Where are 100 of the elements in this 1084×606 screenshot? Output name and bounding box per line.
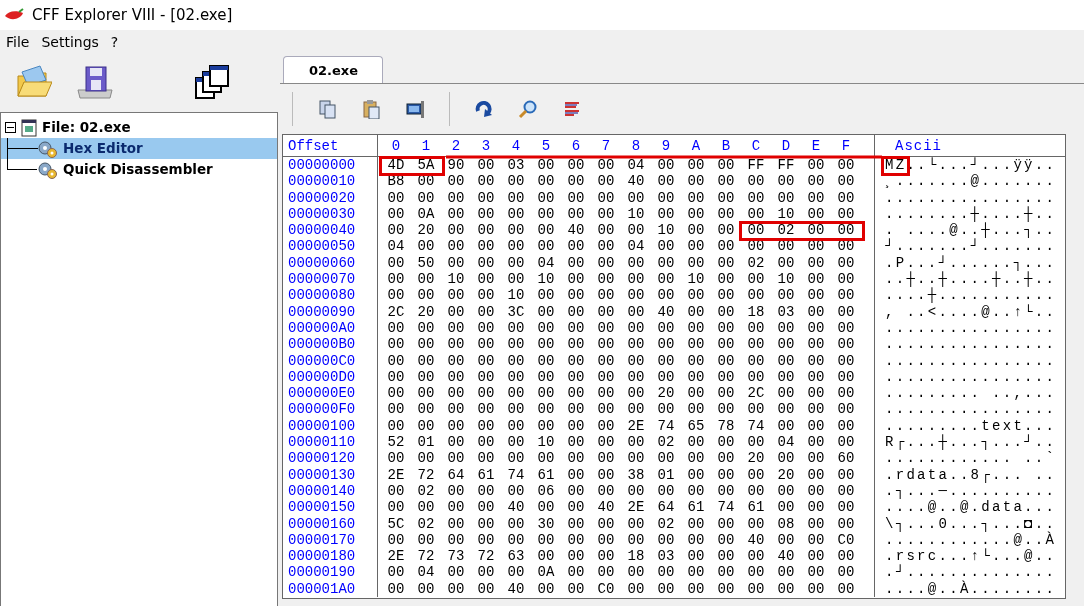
hex-byte: 00	[506, 564, 526, 581]
list-icon[interactable]	[562, 99, 582, 119]
offset-cell: 00000000	[283, 157, 378, 174]
hex-byte: 00	[596, 417, 616, 435]
menu-item[interactable]: Settings	[35, 31, 105, 53]
search-icon[interactable]	[518, 99, 538, 119]
monitor-icon[interactable]	[405, 99, 425, 119]
hex-byte: 00	[506, 531, 526, 549]
hex-byte: 40	[746, 531, 766, 549]
file-icon	[20, 118, 38, 137]
hex-byte: 00	[716, 385, 736, 402]
hex-byte: 00	[506, 254, 526, 272]
hex-byte: 04	[416, 564, 436, 581]
hex-byte: 00	[626, 189, 646, 206]
windows-icon[interactable]	[194, 64, 230, 100]
hex-byte: 04	[776, 434, 796, 451]
hex-byte: 00	[536, 157, 556, 174]
copy-icon[interactable]	[317, 99, 337, 119]
hex-byte: 00	[536, 417, 556, 435]
hex-byte: 02	[746, 254, 766, 272]
hex-byte: 00	[506, 222, 526, 239]
hex-byte: 00	[566, 499, 586, 516]
hex-byte: 00	[476, 303, 496, 320]
tree-item[interactable]: Quick Disassembler	[63, 159, 213, 180]
ascii-text: ....@..À........	[885, 580, 1057, 597]
hex-byte: 04	[386, 238, 406, 255]
paste-icon[interactable]	[361, 99, 381, 119]
hex-byte: 00	[836, 222, 856, 239]
folder-icon[interactable]	[16, 64, 52, 100]
offset-cell: 00000060	[283, 254, 378, 272]
hex-byte: 00	[506, 450, 526, 467]
offset-cell: 00000020	[283, 189, 378, 206]
hex-byte: 00	[836, 336, 856, 353]
hex-byte: 00	[806, 205, 826, 223]
hex-byte: 40	[626, 173, 646, 190]
hex-byte: 00	[836, 482, 856, 500]
hex-byte: 00	[746, 401, 766, 418]
hex-byte: 00	[626, 482, 646, 500]
hex-byte: 00	[476, 271, 496, 288]
hex-byte: 00	[446, 401, 466, 418]
tree-item[interactable]: File: 02.exe	[42, 117, 131, 138]
ascii-text: .┐...─..........	[885, 482, 1057, 499]
hex-byte: 00	[776, 499, 796, 516]
hex-byte: 00	[656, 319, 676, 337]
hex-byte: 00	[386, 531, 406, 549]
hex-byte: 00	[566, 319, 586, 337]
hex-byte: 00	[506, 352, 526, 369]
ascii-text: ┘.......┘.......	[885, 238, 1057, 255]
hex-byte: 00	[746, 287, 766, 304]
hex-byte: 00	[686, 434, 706, 451]
hex-byte: 00	[596, 189, 616, 206]
hex-byte: 00	[476, 482, 496, 500]
hex-byte: 00	[446, 515, 466, 532]
hex-byte: 00	[386, 189, 406, 206]
gears-icon	[37, 139, 59, 158]
hex-byte: 2E	[626, 417, 646, 435]
hex-byte: 2E	[386, 466, 406, 483]
hex-byte: 00	[656, 189, 676, 206]
hex-byte: 00	[716, 548, 736, 565]
hex-byte: 00	[656, 450, 676, 467]
collapse-icon[interactable]	[5, 122, 16, 133]
floppy-disk-icon[interactable]	[76, 64, 114, 100]
hex-byte: 00	[476, 254, 496, 272]
hex-byte: 00	[596, 531, 616, 549]
hex-byte: 00	[806, 303, 826, 320]
hex-byte: 00	[536, 222, 556, 239]
redo-icon[interactable]	[474, 99, 494, 119]
hex-byte: 00	[836, 515, 856, 532]
hex-byte: 04	[536, 254, 556, 272]
hex-byte: 00	[776, 482, 796, 500]
menu-item[interactable]: File	[0, 31, 36, 53]
hex-byte: 00	[596, 482, 616, 500]
hex-byte: 00	[806, 482, 826, 500]
hex-byte: 00	[686, 336, 706, 353]
hex-byte: 0A	[536, 564, 556, 581]
hex-byte: 04	[626, 238, 646, 255]
hex-byte: 00	[626, 580, 646, 597]
hex-byte: 64	[656, 499, 676, 516]
hex-byte: 00	[386, 417, 406, 435]
hex-byte: 00	[716, 580, 736, 597]
hex-byte: 00	[776, 417, 796, 435]
ascii-text: ................	[885, 336, 1057, 353]
hex-byte: 00	[716, 531, 736, 549]
hex-byte: 00	[476, 499, 496, 516]
hex-byte: 00	[656, 254, 676, 272]
hex-byte: 00	[416, 287, 436, 304]
hex-byte: 00	[686, 368, 706, 386]
hex-byte: 00	[476, 189, 496, 206]
hex-byte: 00	[626, 336, 646, 353]
hex-byte: 00	[836, 434, 856, 451]
hex-byte: C0	[596, 580, 616, 597]
hex-byte: 00	[446, 319, 466, 337]
hex-byte: 5C	[386, 515, 406, 532]
hex-byte: 00	[506, 173, 526, 190]
hex-byte: 00	[386, 580, 406, 597]
hex-byte: 00	[596, 271, 616, 288]
menu-item[interactable]: ?	[104, 31, 125, 53]
hex-byte: 00	[806, 450, 826, 467]
tab[interactable]: 02.exe	[283, 55, 384, 83]
hex-byte: 02	[416, 515, 436, 532]
